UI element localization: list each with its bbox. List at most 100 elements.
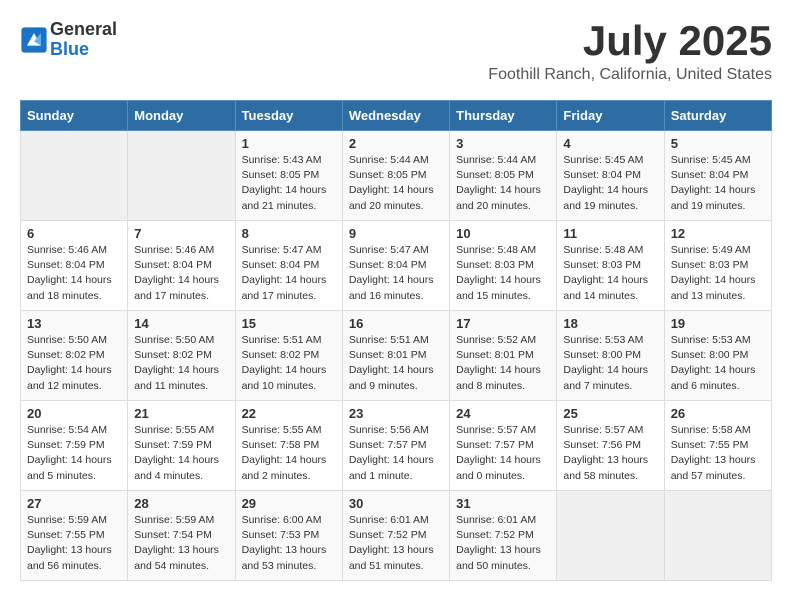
day-info: Sunrise: 5:57 AMSunset: 7:56 PMDaylight:… — [563, 423, 657, 484]
day-info: Sunrise: 5:53 AMSunset: 8:00 PMDaylight:… — [671, 333, 765, 394]
day-number: 15 — [242, 316, 336, 331]
logo-text: General Blue — [50, 20, 117, 60]
day-info: Sunrise: 5:48 AMSunset: 8:03 PMDaylight:… — [563, 243, 657, 304]
weekday-header: Friday — [557, 101, 664, 131]
day-number: 31 — [456, 496, 550, 511]
day-info: Sunrise: 5:45 AMSunset: 8:04 PMDaylight:… — [671, 153, 765, 214]
day-number: 16 — [349, 316, 443, 331]
weekday-header: Wednesday — [342, 101, 449, 131]
calendar-table: SundayMondayTuesdayWednesdayThursdayFrid… — [20, 100, 772, 581]
weekday-header: Monday — [128, 101, 235, 131]
calendar-cell: 2Sunrise: 5:44 AMSunset: 8:05 PMDaylight… — [342, 131, 449, 221]
day-number: 10 — [456, 226, 550, 241]
calendar-cell: 4 Sunrise: 5:45 AMSunset: 8:04 PMDaylight… — [557, 131, 664, 221]
title-area: July 2025 Foothill Ranch, California, Un… — [488, 20, 772, 84]
day-info: Sunrise: 5:57 AMSunset: 7:57 PMDaylight:… — [456, 423, 550, 484]
calendar-cell: 8Sunrise: 5:47 AMSunset: 8:04 PMDaylight… — [235, 221, 342, 311]
calendar-body: 1Sunrise: 5:43 AMSunset: 8:05 PMDaylight… — [21, 131, 772, 581]
day-number: 5 — [671, 136, 765, 151]
calendar-cell: 3 Sunrise: 5:44 AMSunset: 8:05 PMDaylight… — [450, 131, 557, 221]
page-header: General Blue July 2025 Foothill Ranch, C… — [20, 20, 772, 84]
day-number: 3 — [456, 136, 550, 151]
day-number: 6 — [27, 226, 121, 241]
calendar-cell: 18 Sunrise: 5:53 AMSunset: 8:00 PMDayligh… — [557, 311, 664, 401]
day-number: 26 — [671, 406, 765, 421]
calendar-cell — [557, 491, 664, 581]
day-number: 18 — [563, 316, 657, 331]
calendar-cell: 21 Sunrise: 5:55 AMSunset: 7:59 PMDayligh… — [128, 401, 235, 491]
calendar-cell: 7 Sunrise: 5:46 AMSunset: 8:04 PMDaylight… — [128, 221, 235, 311]
day-info: Sunrise: 6:01 AMSunset: 7:52 PMDaylight:… — [456, 513, 550, 574]
day-number: 14 — [134, 316, 228, 331]
weekday-header: Thursday — [450, 101, 557, 131]
day-number: 22 — [242, 406, 336, 421]
calendar-cell: 9Sunrise: 5:47 AMSunset: 8:04 PMDaylight… — [342, 221, 449, 311]
day-info: Sunrise: 5:50 AMSunset: 8:02 PMDaylight:… — [134, 333, 228, 394]
day-number: 13 — [27, 316, 121, 331]
day-info: Sunrise: 5:55 AMSunset: 7:59 PMDaylight:… — [134, 423, 228, 484]
day-number: 21 — [134, 406, 228, 421]
day-number: 29 — [242, 496, 336, 511]
calendar-cell: 30 Sunrise: 6:01 AMSunset: 7:52 PMDayligh… — [342, 491, 449, 581]
calendar-cell: 19 Sunrise: 5:53 AMSunset: 8:00 PMDayligh… — [664, 311, 771, 401]
logo-general: General — [50, 20, 117, 40]
day-info: Sunrise: 5:51 AMSunset: 8:02 PMDaylight:… — [242, 333, 336, 394]
day-number: 8 — [242, 226, 336, 241]
day-info: Sunrise: 5:44 AMSunset: 8:05 PMDaylight:… — [349, 153, 443, 214]
calendar-cell — [664, 491, 771, 581]
day-number: 4 — [563, 136, 657, 151]
calendar-cell — [21, 131, 128, 221]
calendar-cell: 15 Sunrise: 5:51 AMSunset: 8:02 PMDayligh… — [235, 311, 342, 401]
day-number: 7 — [134, 226, 228, 241]
logo-blue: Blue — [50, 40, 117, 60]
day-number: 27 — [27, 496, 121, 511]
day-number: 17 — [456, 316, 550, 331]
calendar-cell: 20Sunrise: 5:54 AMSunset: 7:59 PMDayligh… — [21, 401, 128, 491]
calendar-week-row: 6 Sunrise: 5:46 AMSunset: 8:04 PMDaylight… — [21, 221, 772, 311]
day-number: 28 — [134, 496, 228, 511]
calendar-cell: 13Sunrise: 5:50 AMSunset: 8:02 PMDayligh… — [21, 311, 128, 401]
day-info: Sunrise: 5:54 AMSunset: 7:59 PMDaylight:… — [27, 423, 121, 484]
calendar-cell: 11Sunrise: 5:48 AMSunset: 8:03 PMDayligh… — [557, 221, 664, 311]
calendar-week-row: 27 Sunrise: 5:59 AMSunset: 7:55 PMDayligh… — [21, 491, 772, 581]
day-number: 19 — [671, 316, 765, 331]
calendar-cell: 17Sunrise: 5:52 AMSunset: 8:01 PMDayligh… — [450, 311, 557, 401]
day-info: Sunrise: 5:44 AMSunset: 8:05 PMDaylight:… — [456, 153, 550, 214]
day-info: Sunrise: 5:49 AMSunset: 8:03 PMDaylight:… — [671, 243, 765, 304]
calendar-cell: 22 Sunrise: 5:55 AMSunset: 7:58 PMDayligh… — [235, 401, 342, 491]
day-info: Sunrise: 5:46 AMSunset: 8:04 PMDaylight:… — [134, 243, 228, 304]
day-info: Sunrise: 5:46 AMSunset: 8:04 PMDaylight:… — [27, 243, 121, 304]
location-title: Foothill Ranch, California, United State… — [488, 66, 772, 84]
day-info: Sunrise: 5:59 AMSunset: 7:54 PMDaylight:… — [134, 513, 228, 574]
calendar-cell — [128, 131, 235, 221]
calendar-cell: 5 Sunrise: 5:45 AMSunset: 8:04 PMDaylight… — [664, 131, 771, 221]
day-info: Sunrise: 5:47 AMSunset: 8:04 PMDaylight:… — [349, 243, 443, 304]
day-info: Sunrise: 5:43 AMSunset: 8:05 PMDaylight:… — [242, 153, 336, 214]
day-number: 24 — [456, 406, 550, 421]
calendar-cell: 14 Sunrise: 5:50 AMSunset: 8:02 PMDayligh… — [128, 311, 235, 401]
calendar-cell: 23 Sunrise: 5:56 AMSunset: 7:57 PMDayligh… — [342, 401, 449, 491]
month-title: July 2025 — [488, 20, 772, 62]
calendar-cell: 29Sunrise: 6:00 AMSunset: 7:53 PMDayligh… — [235, 491, 342, 581]
day-info: Sunrise: 5:59 AMSunset: 7:55 PMDaylight:… — [27, 513, 121, 574]
weekday-header: Sunday — [21, 101, 128, 131]
day-info: Sunrise: 5:55 AMSunset: 7:58 PMDaylight:… — [242, 423, 336, 484]
day-number: 30 — [349, 496, 443, 511]
day-info: Sunrise: 5:53 AMSunset: 8:00 PMDaylight:… — [563, 333, 657, 394]
logo-icon — [20, 26, 48, 54]
day-info: Sunrise: 5:45 AMSunset: 8:04 PMDaylight:… — [563, 153, 657, 214]
weekday-header: Tuesday — [235, 101, 342, 131]
calendar-cell: 10Sunrise: 5:48 AMSunset: 8:03 PMDayligh… — [450, 221, 557, 311]
day-number: 23 — [349, 406, 443, 421]
calendar-cell: 16 Sunrise: 5:51 AMSunset: 8:01 PMDayligh… — [342, 311, 449, 401]
calendar-header-row: SundayMondayTuesdayWednesdayThursdayFrid… — [21, 101, 772, 131]
logo: General Blue — [20, 20, 117, 60]
day-number: 25 — [563, 406, 657, 421]
day-info: Sunrise: 5:56 AMSunset: 7:57 PMDaylight:… — [349, 423, 443, 484]
calendar-cell: 26Sunrise: 5:58 AMSunset: 7:55 PMDayligh… — [664, 401, 771, 491]
calendar-cell: 28 Sunrise: 5:59 AMSunset: 7:54 PMDayligh… — [128, 491, 235, 581]
calendar-cell: 27 Sunrise: 5:59 AMSunset: 7:55 PMDayligh… — [21, 491, 128, 581]
day-info: Sunrise: 5:51 AMSunset: 8:01 PMDaylight:… — [349, 333, 443, 394]
calendar-cell: 1Sunrise: 5:43 AMSunset: 8:05 PMDaylight… — [235, 131, 342, 221]
day-info: Sunrise: 6:01 AMSunset: 7:52 PMDaylight:… — [349, 513, 443, 574]
